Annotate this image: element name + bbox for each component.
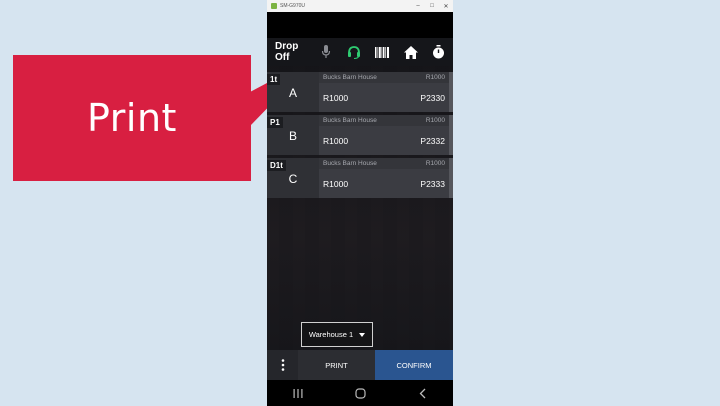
item-header: Bucks Barn House R1000: [319, 158, 449, 169]
item-values: R1000 P2332: [319, 126, 449, 155]
item-tag: D1t: [267, 160, 286, 171]
item-scrollbar[interactable]: [449, 158, 453, 198]
item-details: Bucks Barn House R1000 R1000 P2333: [319, 158, 449, 198]
home-icon[interactable]: [397, 38, 425, 66]
callout-label: Print: [87, 96, 177, 140]
item-company: Bucks Barn House: [323, 160, 377, 167]
home-circle-icon[interactable]: [340, 380, 380, 406]
item-left-value: R1000: [323, 135, 349, 146]
microphone-icon[interactable]: [312, 38, 340, 66]
item-company: Bucks Barn House: [323, 117, 377, 124]
warehouse-select[interactable]: Warehouse 1: [301, 322, 373, 347]
more-menu-button[interactable]: [267, 350, 298, 380]
item-details: Bucks Barn House R1000 R1000 P2332: [319, 115, 449, 155]
close-icon[interactable]: ✕: [439, 3, 453, 10]
window-title: SM-G970U: [280, 3, 306, 9]
item-right-value: P2333: [420, 178, 445, 189]
item-values: R1000 P2330: [319, 83, 449, 112]
headset-icon[interactable]: [340, 38, 368, 66]
item-scrollbar[interactable]: [449, 72, 453, 112]
android-nav-bar: [267, 380, 453, 406]
more-vertical-icon: [281, 359, 284, 371]
item-letter: C: [288, 172, 298, 186]
item-letter: A: [288, 86, 297, 100]
item-tag: 1t: [267, 74, 281, 85]
minimize-icon[interactable]: –: [411, 3, 425, 9]
list-item[interactable]: P1 B Bucks Barn House R1000 R1000 P2332: [267, 115, 453, 155]
app-toolbar: Drop Off: [267, 38, 453, 66]
item-header: Bucks Barn House R1000: [319, 72, 449, 83]
item-id-panel: P1 B: [267, 115, 319, 155]
bottom-action-bar: PRINT CONFIRM: [267, 350, 453, 380]
item-header: Bucks Barn House R1000: [319, 115, 449, 126]
item-details: Bucks Barn House R1000 R1000 P2330: [319, 72, 449, 112]
window-titlebar: SM-G970U – □ ✕: [267, 0, 453, 12]
android-icon: [271, 3, 277, 9]
item-ref: R1000: [425, 74, 445, 81]
recent-apps-icon[interactable]: [278, 380, 318, 406]
list-item[interactable]: D1t C Bucks Barn House R1000 R1000 P2333: [267, 158, 453, 198]
list-item[interactable]: 1t A Bucks Barn House R1000 R1000 P2330: [267, 72, 453, 112]
maximize-icon[interactable]: □: [425, 3, 439, 9]
back-icon[interactable]: [402, 380, 442, 406]
item-ref: R1000: [425, 160, 445, 167]
item-id-panel: D1t C: [267, 158, 319, 198]
status-bar: [267, 12, 453, 38]
caret-down-icon: [359, 332, 366, 337]
barcode-icon[interactable]: [368, 38, 396, 66]
item-left-value: R1000: [323, 92, 349, 103]
print-callout: Print: [13, 55, 251, 181]
item-right-value: P2330: [420, 92, 445, 103]
item-ref: R1000: [425, 117, 445, 124]
item-scrollbar[interactable]: [449, 115, 453, 155]
confirm-button[interactable]: CONFIRM: [375, 350, 453, 380]
stopwatch-icon[interactable]: [425, 38, 453, 66]
item-left-value: R1000: [323, 178, 349, 189]
print-button[interactable]: PRINT: [298, 350, 375, 380]
item-right-value: P2332: [420, 135, 445, 146]
item-company: Bucks Barn House: [323, 74, 377, 81]
app-window: SM-G970U – □ ✕ Drop Off 1t A Bucks Barn …: [267, 0, 453, 406]
page-title: Drop Off: [275, 41, 299, 63]
item-id-panel: 1t A: [267, 72, 319, 112]
item-letter: B: [288, 129, 297, 143]
item-tag: P1: [267, 117, 283, 128]
item-values: R1000 P2333: [319, 169, 449, 198]
warehouse-select-value: Warehouse 1: [308, 330, 354, 339]
delivery-list: 1t A Bucks Barn House R1000 R1000 P2330 …: [267, 72, 453, 201]
